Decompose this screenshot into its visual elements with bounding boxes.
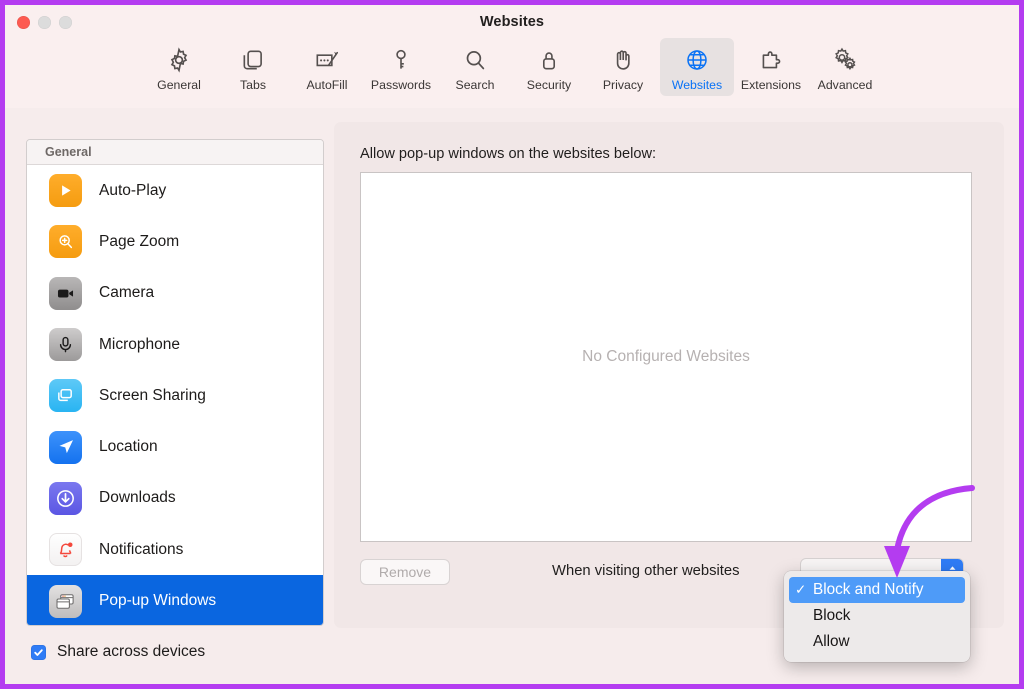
- toolbar-tab-label: AutoFill: [306, 78, 348, 92]
- camera-icon: [49, 276, 82, 310]
- toolbar-tab-privacy[interactable]: Privacy: [586, 38, 660, 96]
- popup-windows-panel: Allow pop-up windows on the websites bel…: [334, 122, 1004, 628]
- empty-state-label: No Configured Websites: [582, 348, 750, 365]
- toolbar-tab-security[interactable]: Security: [512, 38, 586, 96]
- sidebar-item-label: Notifications: [99, 540, 184, 558]
- gear-icon: [166, 43, 192, 77]
- toolbar-tab-advanced[interactable]: Advanced: [808, 38, 882, 96]
- when-visiting-dropdown-menu: ✓ Block and Notify Block Allow: [784, 571, 970, 662]
- sidebar-item-microphone[interactable]: Microphone: [27, 319, 323, 370]
- share-across-devices-checkbox[interactable]: [31, 644, 46, 660]
- toolbar-tab-label: Search: [455, 78, 495, 92]
- menu-item-label: Allow: [813, 633, 850, 650]
- sidebar-item-downloads[interactable]: Downloads: [27, 473, 323, 524]
- sidebar-item-label: Location: [99, 438, 158, 456]
- tabs-icon: [240, 43, 266, 77]
- sidebar-item-label: Pop-up Windows: [99, 592, 217, 610]
- titlebar: Websites General Tabs AutoFill Passwords…: [5, 5, 1019, 109]
- toolbar-tab-label: General: [157, 78, 201, 92]
- toolbar-tab-label: Extensions: [740, 78, 802, 92]
- checkmark-icon: ✓: [795, 582, 807, 597]
- menu-item-label: Block and Notify: [813, 581, 924, 598]
- safari-settings-window: Websites General Tabs AutoFill Passwords…: [0, 0, 1024, 689]
- settings-toolbar: General Tabs AutoFill Passwords Search S…: [5, 38, 1019, 104]
- toolbar-tab-label: Passwords: [370, 78, 432, 92]
- autofill-icon: [313, 43, 341, 77]
- when-visiting-other-websites-label: When visiting other websites: [552, 563, 740, 579]
- configured-websites-list[interactable]: No Configured Websites: [360, 172, 972, 542]
- sidebar-list: Auto-Play Page Zoom Camera Microphone Sc…: [27, 165, 323, 625]
- share-across-devices-label: Share across devices: [57, 643, 206, 660]
- bell-icon: [49, 533, 82, 567]
- window-title: Websites: [479, 14, 545, 30]
- screen-share-icon: [49, 379, 82, 413]
- menu-item-block-and-notify[interactable]: ✓ Block and Notify: [789, 577, 965, 603]
- toolbar-tab-passwords[interactable]: Passwords: [364, 38, 438, 96]
- sidebar-item-camera[interactable]: Camera: [27, 268, 323, 319]
- sidebar-item-page-zoom[interactable]: Page Zoom: [27, 216, 323, 267]
- key-icon: [388, 43, 414, 77]
- sidebar-section-header: General: [27, 140, 323, 165]
- toolbar-tab-general[interactable]: General: [142, 38, 216, 96]
- gears-icon: [831, 43, 859, 77]
- puzzle-icon: [758, 43, 784, 77]
- remove-button[interactable]: Remove: [360, 559, 450, 585]
- sidebar-item-label: Page Zoom: [99, 232, 180, 250]
- toolbar-tab-label: Security: [526, 78, 572, 92]
- sidebar-item-auto-play[interactable]: Auto-Play: [27, 165, 323, 216]
- toolbar-tab-search[interactable]: Search: [438, 38, 512, 96]
- toolbar-tab-label: Websites: [671, 78, 723, 92]
- websites-sidebar: General Auto-Play Page Zoom Camera Micro…: [26, 139, 324, 626]
- toolbar-tab-autofill[interactable]: AutoFill: [290, 38, 364, 96]
- toolbar-tab-tabs[interactable]: Tabs: [216, 38, 290, 96]
- toolbar-tab-label: Tabs: [240, 78, 266, 92]
- toolbar-tab-websites[interactable]: Websites: [660, 38, 734, 96]
- download-icon: [49, 481, 82, 515]
- sidebar-item-label: Camera: [99, 284, 155, 302]
- sidebar-item-screen-sharing[interactable]: Screen Sharing: [27, 370, 323, 421]
- panel-title: Allow pop-up windows on the websites bel…: [360, 146, 657, 162]
- menu-item-label: Block: [813, 607, 851, 624]
- play-icon: [49, 174, 82, 208]
- globe-icon: [684, 43, 710, 77]
- sidebar-item-label: Screen Sharing: [99, 386, 206, 404]
- popup-windows-icon: [49, 584, 82, 618]
- location-icon: [49, 430, 82, 464]
- microphone-icon: [49, 328, 82, 362]
- toolbar-tab-extensions[interactable]: Extensions: [734, 38, 808, 96]
- share-across-devices-row[interactable]: Share across devices: [31, 643, 205, 661]
- sidebar-item-label: Auto-Play: [99, 181, 167, 199]
- toolbar-tab-label: Advanced: [817, 78, 873, 92]
- magnifier-icon: [462, 43, 488, 77]
- menu-item-allow[interactable]: Allow: [789, 629, 965, 655]
- menu-item-block[interactable]: Block: [789, 603, 965, 629]
- zoom-in-icon: [49, 225, 82, 259]
- sidebar-item-location[interactable]: Location: [27, 421, 323, 472]
- sidebar-item-label: Downloads: [99, 489, 176, 507]
- sidebar-section-label: General: [45, 145, 92, 159]
- lock-icon: [536, 43, 562, 77]
- sidebar-item-pop-up-windows[interactable]: Pop-up Windows: [27, 575, 323, 625]
- toolbar-tab-label: Privacy: [602, 78, 644, 92]
- sidebar-item-notifications[interactable]: Notifications: [27, 524, 323, 575]
- sidebar-item-label: Microphone: [99, 335, 180, 353]
- hand-icon: [610, 43, 636, 77]
